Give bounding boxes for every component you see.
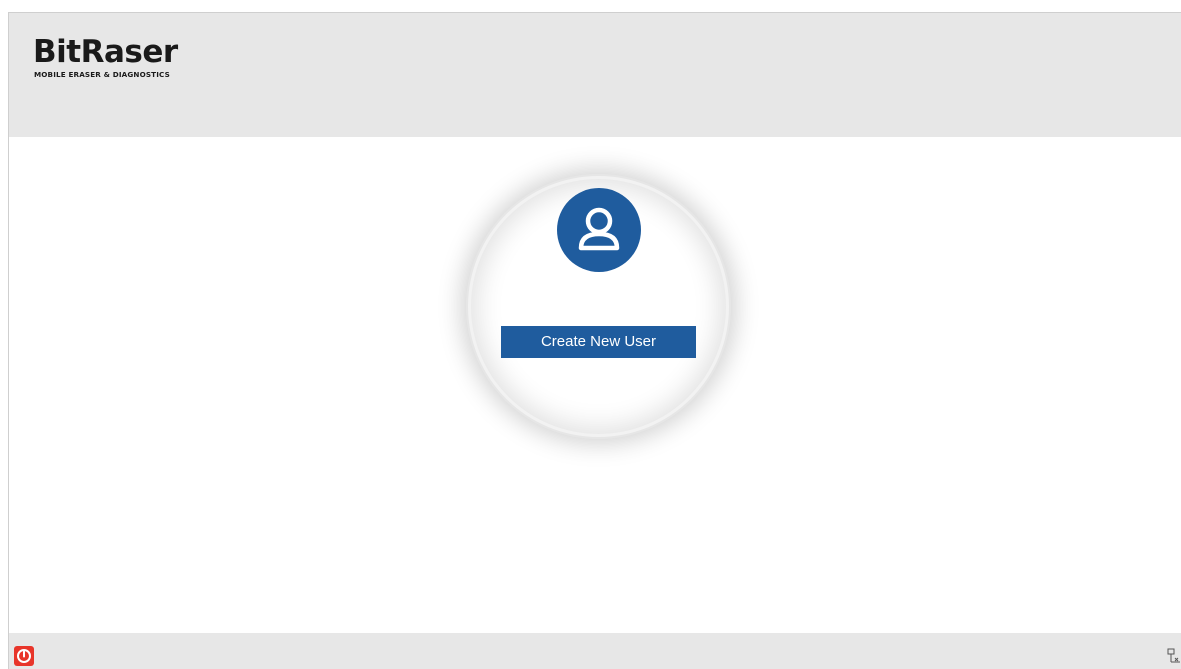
footer-bar <box>9 633 1181 669</box>
power-button[interactable] <box>14 646 34 666</box>
logo-subtitle: MOBILE ERASER & DIAGNOSTICS <box>34 70 170 79</box>
create-new-user-button[interactable]: Create New User <box>501 326 696 358</box>
logo-text: BitRaser <box>33 34 178 70</box>
user-avatar <box>557 188 641 272</box>
user-icon <box>578 207 620 251</box>
app-window: BitRaser MOBILE ERASER & DIAGNOSTICS Cre… <box>8 12 1181 669</box>
power-icon <box>17 649 31 663</box>
main-content: Create New User <box>9 137 1181 633</box>
bitraser-logo: BitRaser MOBILE ERASER & DIAGNOSTICS <box>33 35 233 95</box>
header-bar: BitRaser MOBILE ERASER & DIAGNOSTICS <box>9 13 1181 137</box>
network-icon[interactable] <box>1167 648 1181 664</box>
user-ring: Create New User <box>471 179 726 434</box>
